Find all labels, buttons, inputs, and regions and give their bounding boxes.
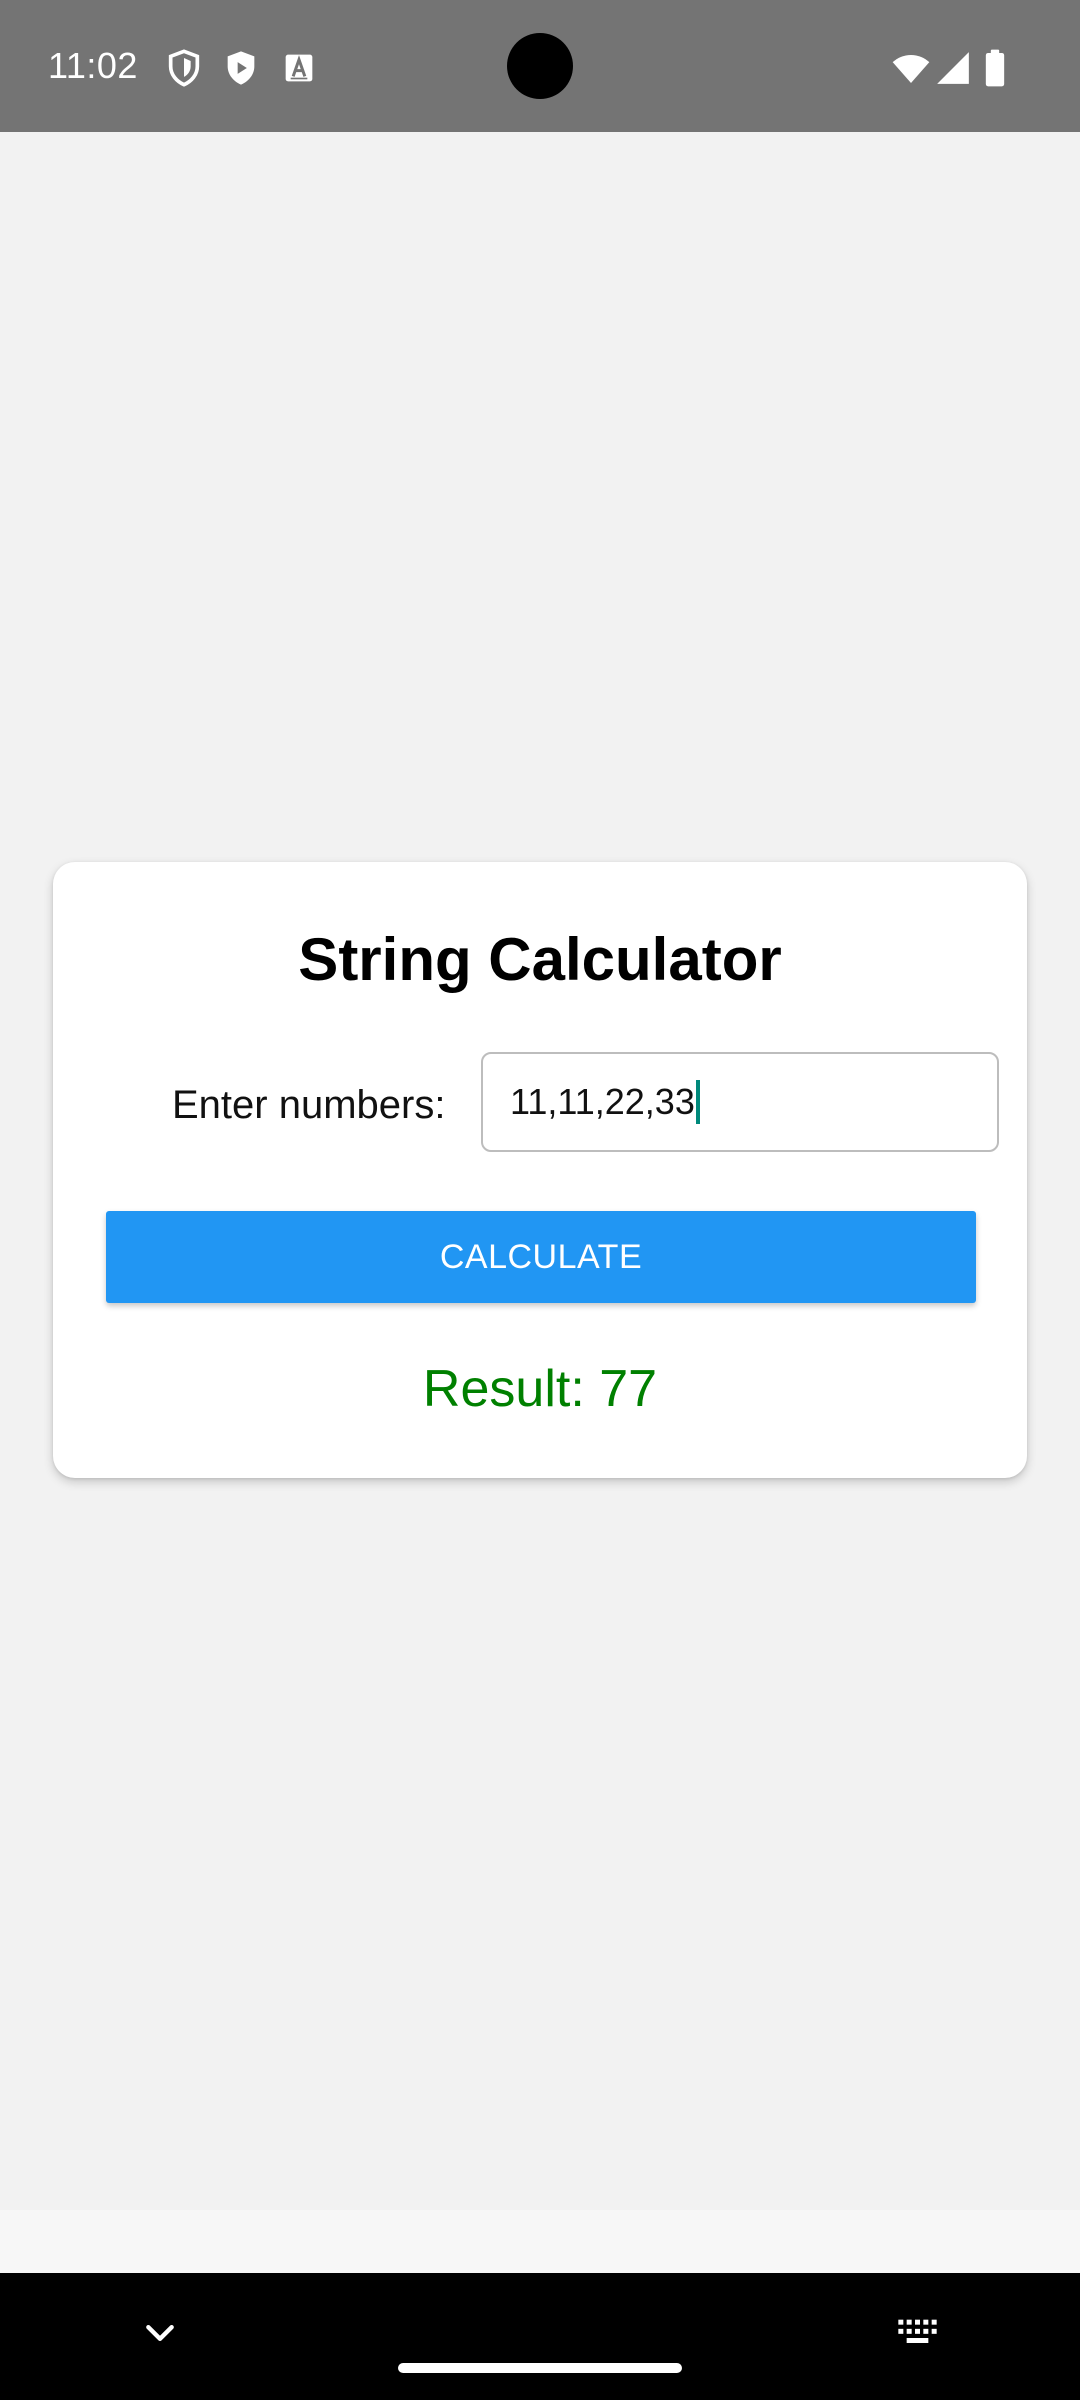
battery-icon bbox=[985, 49, 1005, 87]
chevron-down-icon[interactable] bbox=[140, 2313, 180, 2353]
numbers-input-value: 11,11,22,33 bbox=[510, 1080, 700, 1124]
numbers-input-label: Enter numbers: bbox=[172, 1083, 446, 1127]
bottom-strip bbox=[0, 2210, 1080, 2273]
numbers-input-text: 11,11,22,33 bbox=[510, 1081, 695, 1122]
numbers-input[interactable]: 11,11,22,33 bbox=[481, 1052, 999, 1152]
camera-cutout bbox=[507, 33, 573, 99]
page-title: String Calculator bbox=[298, 926, 782, 993]
status-time: 11:02 bbox=[48, 45, 138, 86]
shield-outline-icon bbox=[168, 49, 200, 87]
keyboard-icon[interactable] bbox=[896, 2313, 944, 2353]
navigation-bar bbox=[0, 2273, 1080, 2400]
cell-signal-icon bbox=[937, 52, 969, 84]
calculate-button[interactable]: CALCULATE bbox=[106, 1211, 976, 1303]
status-bar: 11:02 bbox=[0, 0, 1080, 132]
play-shield-icon bbox=[227, 51, 255, 85]
wifi-icon bbox=[892, 55, 930, 83]
text-cursor bbox=[695, 1080, 700, 1124]
calculator-card: String Calculator Enter numbers: 11,11,2… bbox=[53, 862, 1027, 1478]
home-gesture-pill[interactable] bbox=[398, 2363, 682, 2373]
font-a-icon bbox=[285, 54, 313, 82]
result-text: Result: 77 bbox=[422, 1360, 658, 1418]
